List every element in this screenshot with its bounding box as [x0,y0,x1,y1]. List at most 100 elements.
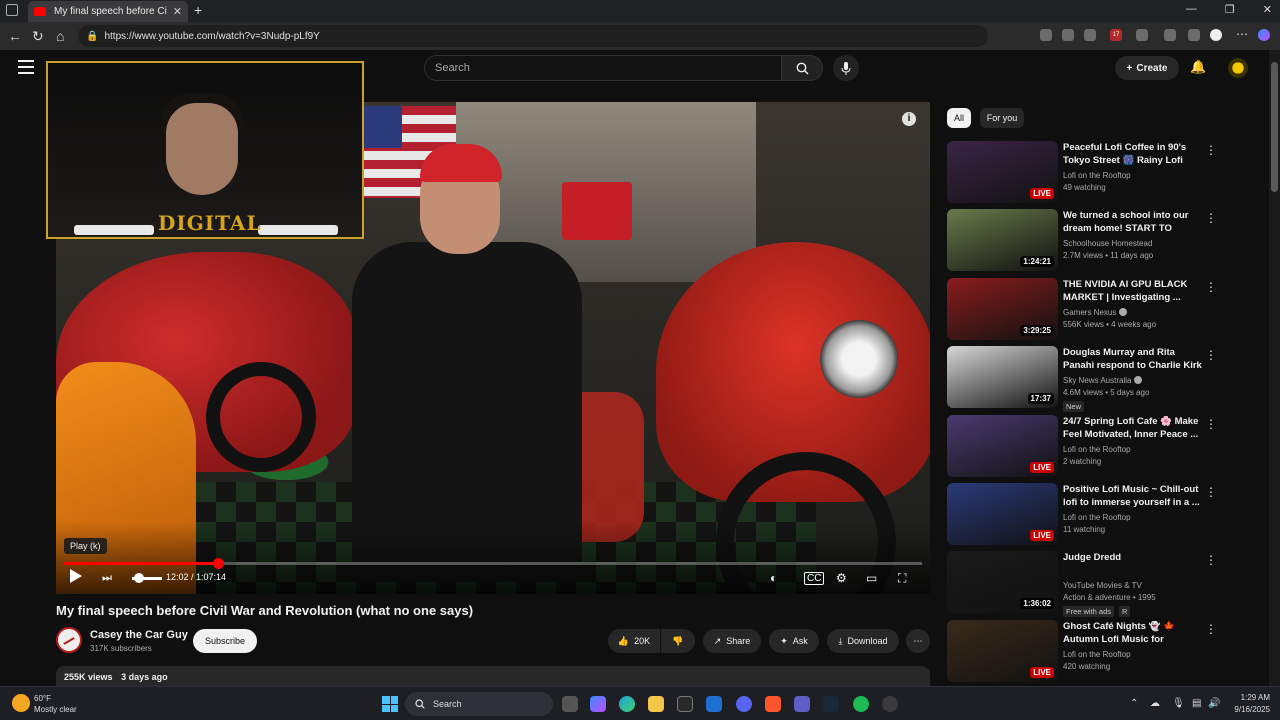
new-tab-button[interactable]: + [194,2,202,18]
more-vertical-icon[interactable]: ⋮ [1205,211,1217,225]
weather-icon[interactable] [12,694,30,712]
account-avatar[interactable] [1228,58,1248,78]
voice-search-button[interactable] [833,55,859,81]
share-button[interactable]: ↗ Share [703,629,761,653]
copilot-app-icon[interactable] [590,696,606,712]
recommendation-thumbnail[interactable]: 1:36:02 [947,551,1058,613]
microphone-tray-icon[interactable]: 🎙 [1172,698,1185,709]
recommendation-title[interactable]: 24/7 Spring Lofi Cafe 🌸 Make Feel Motiva… [1063,416,1203,441]
channel-avatar[interactable] [56,627,82,653]
store-app-icon[interactable] [677,696,693,712]
progress-bar[interactable] [64,558,922,569]
reader-icon[interactable] [1062,29,1074,41]
recommendation-title[interactable]: THE NVIDIA AI GPU BLACK MARKET | Investi… [1063,279,1203,304]
more-vertical-icon[interactable]: ⋮ [1205,553,1217,567]
edge-app-icon[interactable] [619,696,635,712]
download-button[interactable]: ⤓ Download [827,629,899,653]
recommendation-channel[interactable]: Schoolhouse Homestead [1063,239,1152,248]
onedrive-icon[interactable]: ☁ [1150,698,1160,709]
description-box[interactable]: 255K views 3 days ago [56,666,930,686]
favorite-star-icon[interactable] [1084,29,1096,41]
discord-app-icon[interactable] [736,696,752,712]
browser-menu-icon[interactable]: ⋯ [1236,28,1248,41]
play-icon[interactable] [70,569,82,583]
info-icon[interactable]: i [902,112,916,126]
chip-for-you[interactable]: For you [980,108,1024,128]
chip-all[interactable]: All [947,108,971,128]
notifications-bell-icon[interactable]: 🔔 [1190,59,1206,75]
recommendation-title[interactable]: Judge Dredd [1063,552,1203,565]
brave-app-icon[interactable] [765,696,781,712]
ask-button[interactable]: ✦ Ask [769,629,819,653]
like-button[interactable]: 👍 20K [608,629,660,653]
recommendation-channel[interactable]: Lofi on the Rooftop [1063,513,1131,522]
extensions-icon[interactable] [1136,29,1148,41]
home-icon[interactable]: ⌂ [56,28,64,44]
profile-icon[interactable] [1210,29,1222,41]
recommendation-title[interactable]: Douglas Murray and Rita Panahi respond t… [1063,347,1203,373]
recommendation-channel[interactable]: Lofi on the Rooftop [1063,445,1131,454]
recommendation-item[interactable]: LIVE Peaceful Lofi Coffee in 90's Tokyo S… [947,141,1267,205]
extension-badge-icon[interactable]: 17 [1110,29,1122,41]
outlook-app-icon[interactable] [706,696,722,712]
translate-icon[interactable] [1040,29,1052,41]
progress-scrubber[interactable] [213,558,224,569]
file-explorer-icon[interactable] [648,696,664,712]
more-vertical-icon[interactable]: ⋮ [1205,280,1217,294]
search-input[interactable]: Search [424,55,782,81]
network-icon[interactable]: ▤ [1192,698,1201,709]
recommendation-thumbnail[interactable]: LIVE [947,620,1058,682]
autoplay-toggle-icon[interactable]: ◐ [770,571,777,585]
recommendation-item[interactable]: LIVE 24/7 Spring Lofi Cafe 🌸 Make Feel Mo… [947,415,1267,479]
close-window-icon[interactable]: ✕ [1263,3,1272,16]
recommendation-channel[interactable]: YouTube Movies & TV [1063,581,1142,590]
more-actions-button[interactable]: ⋯ [906,629,930,653]
page-scrollbar[interactable] [1269,50,1280,686]
create-button[interactable]: + Create [1115,56,1179,80]
close-tab-icon[interactable]: ✕ [173,5,182,18]
dislike-button[interactable]: 👎 [661,629,695,653]
recommendation-item[interactable]: 17:37 Douglas Murray and Rita Panahi resp… [947,346,1267,412]
start-menu-icon[interactable] [382,696,398,712]
recommendation-channel[interactable]: Lofi on the Rooftop [1063,171,1131,180]
split-screen-icon[interactable] [1164,29,1176,41]
refresh-icon[interactable]: ↻ [32,28,44,45]
settings-gear-icon[interactable]: ⚙ [836,571,847,585]
taskbar-search[interactable]: Search [405,692,553,716]
back-icon[interactable]: ← [8,28,22,44]
spotify-app-icon[interactable] [853,696,869,712]
more-vertical-icon[interactable]: ⋮ [1205,143,1217,157]
recommendation-item[interactable]: 3:29:25 THE NVIDIA AI GPU BLACK MARKET | … [947,278,1267,342]
more-vertical-icon[interactable]: ⋮ [1205,417,1217,431]
more-vertical-icon[interactable]: ⋮ [1205,348,1217,362]
tab-actions-icon[interactable] [6,4,18,16]
browser-tab-active[interactable]: My final speech before Civil War ✕ [28,1,188,22]
copilot-icon[interactable] [1258,29,1270,41]
task-view-icon[interactable] [562,696,578,712]
hamburger-menu-icon[interactable] [18,60,34,74]
recommendation-item[interactable]: LIVE Positive Lofi Music ~ Chill-out lofi… [947,483,1267,547]
more-vertical-icon[interactable]: ⋮ [1205,622,1217,636]
recommendation-thumbnail[interactable]: LIVE [947,483,1058,545]
more-vertical-icon[interactable]: ⋮ [1205,485,1217,499]
subscribe-button[interactable]: Subscribe [193,629,257,653]
recommendation-title[interactable]: Ghost Café Nights 👻 🍁 Autumn Lofi Music … [1063,621,1203,647]
favorites-icon[interactable] [1188,29,1200,41]
recommendation-channel[interactable]: Gamers Nexus [1063,308,1128,317]
recommendation-thumbnail[interactable]: LIVE [947,141,1058,203]
clock-date[interactable]: 9/16/2025 [1222,705,1270,714]
search-button[interactable] [781,55,823,81]
speaker-icon[interactable]: 🔊 [1208,698,1220,709]
recommendation-title[interactable]: Positive Lofi Music ~ Chill-out lofi to … [1063,484,1203,509]
minimize-icon[interactable]: — [1186,3,1197,16]
recommendation-channel[interactable]: Sky News Australia [1063,376,1143,385]
recommendation-thumbnail[interactable]: 1:24:21 [947,209,1058,271]
fullscreen-icon[interactable]: ⛶ [898,571,906,586]
steam-app-icon[interactable] [823,696,839,712]
scrollbar-thumb[interactable] [1271,62,1278,192]
channel-name[interactable]: Casey the Car Guy [90,629,188,641]
volume-knob[interactable] [134,573,144,583]
recommendation-item[interactable]: LIVE Ghost Café Nights 👻 🍁 Autumn Lofi Mu… [947,620,1267,684]
recommendation-item[interactable]: 1:24:21 We turned a school into our dream… [947,209,1267,273]
recommendation-thumbnail[interactable]: 17:37 [947,346,1058,408]
